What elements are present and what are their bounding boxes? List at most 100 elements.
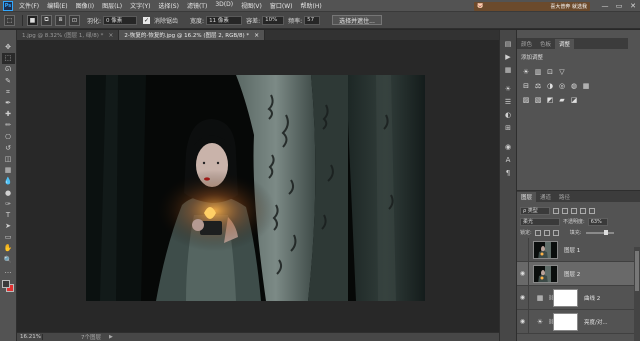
adjustment-icon[interactable]: ◪ (569, 95, 579, 105)
close-icon[interactable]: × (254, 32, 259, 39)
width-field[interactable]: 11 像素 (206, 15, 243, 25)
visibility-eye-icon[interactable]: ◉ (517, 261, 529, 286)
eyedropper-icon[interactable]: ✒ (2, 98, 15, 109)
menu-item-10[interactable]: 帮助(H) (301, 1, 322, 10)
filter-shape-icon[interactable] (580, 207, 586, 214)
tab-swatches[interactable]: 色板 (536, 39, 555, 49)
panel-strip-icon-5[interactable]: ◐ (502, 109, 514, 120)
layers-scrollbar-thumb[interactable] (635, 251, 639, 291)
minimize-button[interactable]: — (598, 0, 612, 12)
add-selection-icon[interactable]: ⧉ (41, 14, 52, 26)
panel-strip-icon-8[interactable]: A (502, 154, 514, 165)
adjustment-icon[interactable]: ⊟ (521, 81, 531, 91)
type-icon[interactable]: T (2, 210, 15, 221)
select-and-mask-button[interactable]: 选择并遮住... (332, 15, 382, 25)
ad-banner[interactable]: 🐷 喜大普奔 就选我 (474, 1, 590, 11)
adjustment-icon[interactable]: ◑ (545, 81, 555, 91)
clone-stamp-icon[interactable]: ⎔ (2, 132, 15, 143)
color-swatches[interactable] (1, 279, 15, 293)
frequency-field[interactable]: 57 (304, 15, 321, 25)
subtract-selection-icon[interactable]: ⧈ (55, 14, 66, 26)
quick-select-icon[interactable]: ✎ (2, 76, 15, 87)
menu-item-3[interactable]: 图层(L) (102, 1, 122, 10)
feather-field[interactable]: 0 像素 (103, 15, 138, 25)
visibility-eye-icon[interactable]: ◉ (517, 309, 529, 334)
maximize-button[interactable]: ▭ (612, 0, 626, 12)
layer-row[interactable]: ◉ ▦ ⛓ 曲线 2 (517, 285, 640, 310)
filter-smart-icon[interactable] (589, 207, 595, 214)
menu-item-7[interactable]: 3D(D) (215, 1, 233, 10)
antialias-checkbox[interactable]: ✓ (143, 16, 151, 24)
foreground-color-swatch[interactable] (2, 279, 10, 288)
adjustment-icon[interactable]: ▽ (557, 67, 567, 77)
tab-document-1[interactable]: 1.jpg @ 8.32% (图层 1, 绿/8) * × (17, 30, 120, 40)
panel-strip-icon-2[interactable]: ▦ (502, 64, 514, 75)
path-select-icon[interactable]: ➤ (2, 221, 15, 232)
layer-filter-kind[interactable]: ρ 类型 (520, 206, 550, 215)
menu-item-2[interactable]: 图像(I) (76, 1, 94, 10)
menu-item-6[interactable]: 滤镜(T) (187, 1, 207, 10)
layers-scrollbar[interactable] (634, 247, 640, 341)
adjustment-icon[interactable]: ☀ (521, 67, 531, 77)
shape-icon[interactable]: ▭ (2, 232, 15, 243)
lasso-icon[interactable]: ᘏ (2, 64, 15, 75)
menu-item-1[interactable]: 编辑(E) (47, 1, 67, 10)
layer-mask-thumbnail[interactable] (553, 288, 578, 307)
lock-position-icon[interactable] (543, 229, 550, 236)
adjustment-icon[interactable]: ◩ (545, 95, 555, 105)
blend-mode-select[interactable]: 柔光 (520, 217, 560, 226)
more-icon[interactable]: … (2, 266, 15, 277)
hand-icon[interactable]: ✋ (2, 243, 15, 254)
close-window-button[interactable]: ✕ (626, 0, 640, 12)
marquee-icon[interactable]: ⬚ (1, 53, 15, 65)
adjustment-icon[interactable]: ▧ (533, 95, 543, 105)
lock-pixels-icon[interactable] (534, 229, 541, 236)
visibility-eye-icon[interactable]: ◉ (517, 285, 529, 310)
tolerance-field[interactable]: 10% (262, 15, 285, 25)
panel-strip-icon-9[interactable]: ¶ (502, 167, 514, 178)
dodge-icon[interactable]: ● (2, 187, 15, 198)
close-icon[interactable]: × (108, 32, 113, 39)
move-icon[interactable]: ✥ (2, 42, 15, 53)
lock-all-icon[interactable] (552, 229, 559, 236)
brush-icon[interactable]: ✏ (2, 120, 15, 131)
history-brush-icon[interactable]: ↺ (2, 143, 15, 154)
panel-strip-icon-4[interactable]: ☰ (502, 96, 514, 107)
tab-layers[interactable]: 图层 (517, 192, 537, 202)
document-canvas[interactable] (86, 75, 425, 301)
intersect-selection-icon[interactable]: ⊡ (69, 14, 80, 26)
opacity-field[interactable]: 63% (587, 217, 608, 226)
layer-row[interactable]: ◉ 图层 2 (517, 261, 640, 286)
panel-strip-icon-1[interactable]: ▶ (502, 51, 514, 62)
adjustment-icon[interactable]: ▨ (521, 95, 531, 105)
layer-row[interactable]: 图层 1 (517, 237, 640, 262)
tab-channels[interactable]: 通道 (536, 192, 555, 202)
panel-strip-icon-6[interactable]: ⊞ (502, 122, 514, 133)
filter-type-icon[interactable] (571, 207, 577, 214)
adjustment-icon[interactable]: ⊡ (545, 67, 555, 77)
adjustment-icon[interactable]: ▥ (533, 67, 543, 77)
filter-pixel-icon[interactable] (553, 207, 559, 214)
pen-icon[interactable]: ✑ (2, 199, 15, 210)
adjustment-icon[interactable]: ▰ (557, 95, 567, 105)
menu-item-5[interactable]: 选择(S) (158, 1, 179, 10)
filter-adjust-icon[interactable] (562, 207, 568, 214)
zoom-icon[interactable]: 🔍 (2, 255, 15, 266)
crop-icon[interactable]: ⌗ (2, 87, 15, 98)
tab-paths[interactable]: 路径 (555, 192, 574, 202)
tab-adjustments[interactable]: 调整 (555, 39, 575, 49)
adjustment-icon[interactable]: ⚖ (533, 81, 543, 91)
layer-row[interactable]: ◉ ☀ ⛓ 亮度/对... (517, 309, 640, 334)
visibility-eye-icon[interactable] (517, 237, 529, 262)
adjustment-icon[interactable]: ◎ (557, 81, 567, 91)
adjustment-icon[interactable]: ▦ (581, 81, 591, 91)
zoom-level-field[interactable]: 16.21% (17, 334, 43, 340)
marquee-tool-preset-icon[interactable]: ⬚ (4, 14, 15, 26)
gradient-icon[interactable]: ▦ (2, 165, 15, 176)
layer-mask-thumbnail[interactable] (553, 312, 578, 331)
fill-slider[interactable] (586, 229, 615, 235)
status-menu-arrow-icon[interactable]: ▶ (109, 334, 113, 340)
menu-item-0[interactable]: 文件(F) (19, 1, 39, 10)
blur-icon[interactable]: 💧 (2, 176, 15, 187)
menu-item-8[interactable]: 视图(V) (241, 1, 262, 10)
